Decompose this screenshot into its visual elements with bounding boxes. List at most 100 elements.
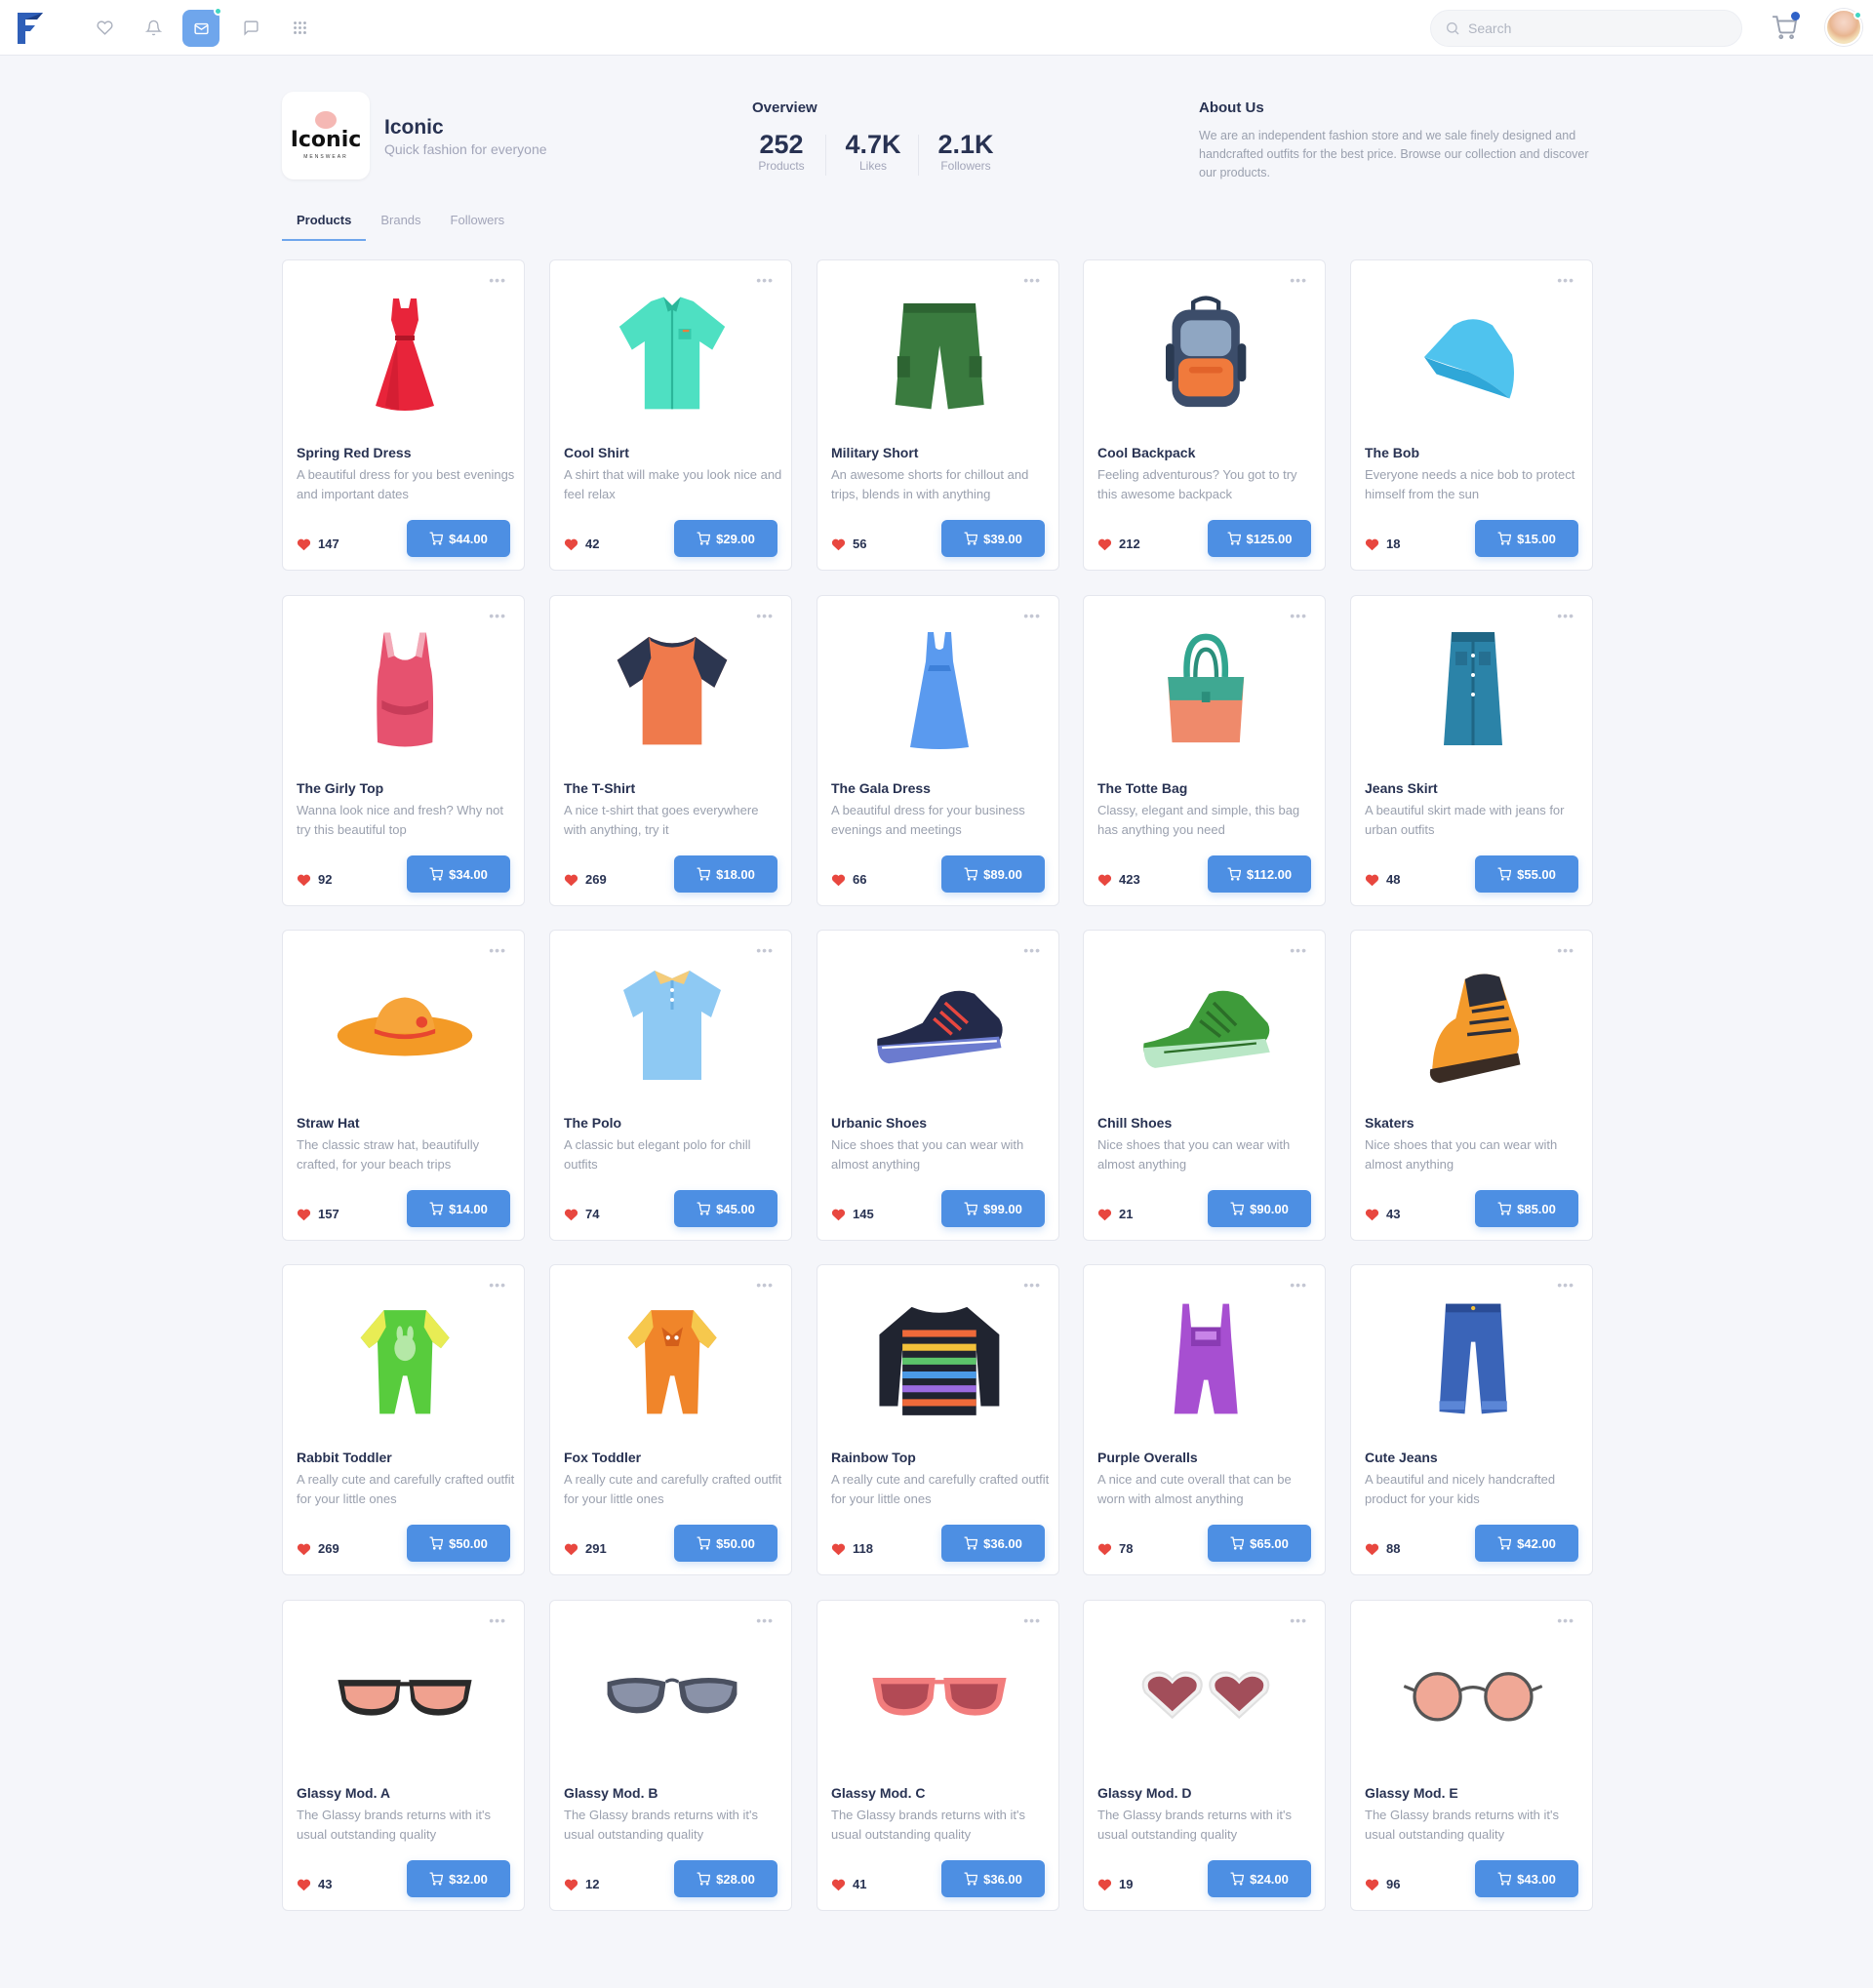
more-options-icon[interactable]: •••	[1557, 1612, 1574, 1628]
product-glasses-d-icon[interactable]	[1133, 1636, 1279, 1753]
product-title[interactable]: Jeans Skirt	[1365, 780, 1438, 796]
product-title[interactable]: Spring Red Dress	[297, 445, 411, 460]
product-glasses-c-icon[interactable]	[866, 1636, 1013, 1753]
add-to-cart-button[interactable]: $29.00	[674, 520, 777, 557]
more-options-icon[interactable]: •••	[756, 942, 774, 958]
more-options-icon[interactable]: •••	[756, 272, 774, 288]
like-button[interactable]: 78	[1097, 1541, 1133, 1556]
product-card[interactable]: ••• The Girly Top Wanna look nice and fres…	[282, 595, 525, 906]
mail-icon[interactable]	[182, 7, 222, 47]
product-card[interactable]: ••• Rainbow Top A really cute and carefull…	[817, 1264, 1059, 1575]
like-button[interactable]: 66	[831, 872, 866, 887]
more-options-icon[interactable]: •••	[489, 942, 506, 958]
like-button[interactable]: 147	[297, 537, 339, 551]
add-to-cart-button[interactable]: $45.00	[674, 1190, 777, 1227]
add-to-cart-button[interactable]: $43.00	[1475, 1860, 1578, 1897]
product-title[interactable]: The Totte Bag	[1097, 780, 1187, 796]
add-to-cart-button[interactable]: $14.00	[407, 1190, 510, 1227]
product-card[interactable]: ••• Urbanic Shoes Nice shoes that you can …	[817, 930, 1059, 1241]
product-card[interactable]: ••• Glassy Mod. C The Glassy brands return…	[817, 1600, 1059, 1911]
product-card[interactable]: ••• Spring Red Dress A beautiful dress for…	[282, 259, 525, 571]
add-to-cart-button[interactable]: $36.00	[941, 1860, 1045, 1897]
like-button[interactable]: 42	[564, 537, 599, 551]
like-button[interactable]: 145	[831, 1207, 874, 1221]
add-to-cart-button[interactable]: $28.00	[674, 1860, 777, 1897]
product-card[interactable]: ••• Glassy Mod. B The Glassy brands return…	[549, 1600, 792, 1911]
product-card[interactable]: ••• The Totte Bag Classy, elegant and simp…	[1083, 595, 1326, 906]
add-to-cart-button[interactable]: $125.00	[1208, 520, 1311, 557]
like-button[interactable]: 269	[564, 872, 607, 887]
product-shorts-icon[interactable]	[866, 296, 1013, 413]
product-card[interactable]: ••• Cool Backpack Feeling adventurous? You…	[1083, 259, 1326, 571]
product-tote-icon[interactable]	[1133, 631, 1279, 748]
add-to-cart-button[interactable]: $50.00	[674, 1525, 777, 1562]
add-to-cart-button[interactable]: $32.00	[407, 1860, 510, 1897]
product-card[interactable]: ••• Skaters Nice shoes that you can wear w…	[1350, 930, 1593, 1241]
product-tanktop-icon[interactable]	[332, 631, 478, 748]
more-options-icon[interactable]: •••	[489, 1612, 506, 1628]
product-polo-icon[interactable]	[599, 966, 745, 1083]
search-bar[interactable]	[1430, 10, 1742, 47]
product-title[interactable]: The T-Shirt	[564, 780, 635, 796]
bell-icon[interactable]	[139, 13, 168, 42]
like-button[interactable]: 21	[1097, 1207, 1133, 1221]
more-options-icon[interactable]: •••	[1023, 1612, 1041, 1628]
more-options-icon[interactable]: •••	[1290, 942, 1307, 958]
product-title[interactable]: Military Short	[831, 445, 918, 460]
product-card[interactable]: ••• Glassy Mod. D The Glassy brands return…	[1083, 1600, 1326, 1911]
add-to-cart-button[interactable]: $99.00	[941, 1190, 1045, 1227]
more-options-icon[interactable]: •••	[756, 1612, 774, 1628]
more-options-icon[interactable]: •••	[1023, 272, 1041, 288]
more-options-icon[interactable]: •••	[1023, 608, 1041, 623]
like-button[interactable]: 18	[1365, 537, 1400, 551]
product-card[interactable]: ••• Chill Shoes Nice shoes that you can we…	[1083, 930, 1326, 1241]
product-strawhat-icon[interactable]	[332, 966, 478, 1083]
product-title[interactable]: The Girly Top	[297, 780, 383, 796]
product-title[interactable]: Rainbow Top	[831, 1450, 916, 1465]
add-to-cart-button[interactable]: $65.00	[1208, 1525, 1311, 1562]
add-to-cart-button[interactable]: $15.00	[1475, 520, 1578, 557]
product-card[interactable]: ••• The Bob Everyone needs a nice bob to p…	[1350, 259, 1593, 571]
tab-products[interactable]: Products	[282, 205, 367, 241]
more-options-icon[interactable]: •••	[1557, 608, 1574, 623]
product-title[interactable]: Glassy Mod. E	[1365, 1785, 1458, 1801]
add-to-cart-button[interactable]: $39.00	[941, 520, 1045, 557]
like-button[interactable]: 19	[1097, 1877, 1133, 1891]
product-bob-icon[interactable]	[1400, 296, 1546, 413]
product-card[interactable]: ••• Glassy Mod. E The Glassy brands return…	[1350, 1600, 1593, 1911]
product-card[interactable]: ••• The Gala Dress A beautiful dress for y…	[817, 595, 1059, 906]
product-backpack-icon[interactable]	[1133, 296, 1279, 413]
product-title[interactable]: Rabbit Toddler	[297, 1450, 392, 1465]
product-card[interactable]: ••• The Polo A classic but elegant polo fo…	[549, 930, 792, 1241]
like-button[interactable]: 43	[297, 1877, 332, 1891]
tab-brands[interactable]: Brands	[366, 205, 435, 241]
more-options-icon[interactable]: •••	[489, 608, 506, 623]
product-romper-orange-icon[interactable]	[599, 1300, 745, 1417]
product-shoe-orange-icon[interactable]	[1400, 966, 1546, 1084]
more-options-icon[interactable]: •••	[1290, 272, 1307, 288]
like-button[interactable]: 423	[1097, 872, 1140, 887]
product-shoe-green-icon[interactable]	[1133, 966, 1279, 1083]
tab-followers[interactable]: Followers	[436, 205, 520, 241]
chat-icon[interactable]	[236, 13, 265, 42]
product-title[interactable]: Cool Backpack	[1097, 445, 1195, 460]
product-title[interactable]: Skaters	[1365, 1115, 1415, 1131]
product-skirt-icon[interactable]	[1400, 631, 1546, 748]
app-logo-icon[interactable]	[16, 11, 45, 46]
heart-icon[interactable]	[90, 13, 119, 42]
product-title[interactable]: The Polo	[564, 1115, 621, 1131]
like-button[interactable]: 92	[297, 872, 332, 887]
like-button[interactable]: 291	[564, 1541, 607, 1556]
product-card[interactable]: ••• Straw Hat The classic straw hat, beaut…	[282, 930, 525, 1241]
add-to-cart-button[interactable]: $112.00	[1208, 855, 1311, 893]
add-to-cart-button[interactable]: $24.00	[1208, 1860, 1311, 1897]
add-to-cart-button[interactable]: $55.00	[1475, 855, 1578, 893]
product-card[interactable]: ••• Purple Overalls A nice and cute overal…	[1083, 1264, 1326, 1575]
product-shirt-icon[interactable]	[599, 296, 745, 413]
product-title[interactable]: Glassy Mod. B	[564, 1785, 658, 1801]
product-card[interactable]: ••• Glassy Mod. A The Glassy brands return…	[282, 1600, 525, 1911]
more-options-icon[interactable]: •••	[1023, 942, 1041, 958]
product-tshirt-icon[interactable]	[599, 631, 745, 748]
add-to-cart-button[interactable]: $36.00	[941, 1525, 1045, 1562]
product-glasses-b-icon[interactable]	[599, 1636, 745, 1753]
